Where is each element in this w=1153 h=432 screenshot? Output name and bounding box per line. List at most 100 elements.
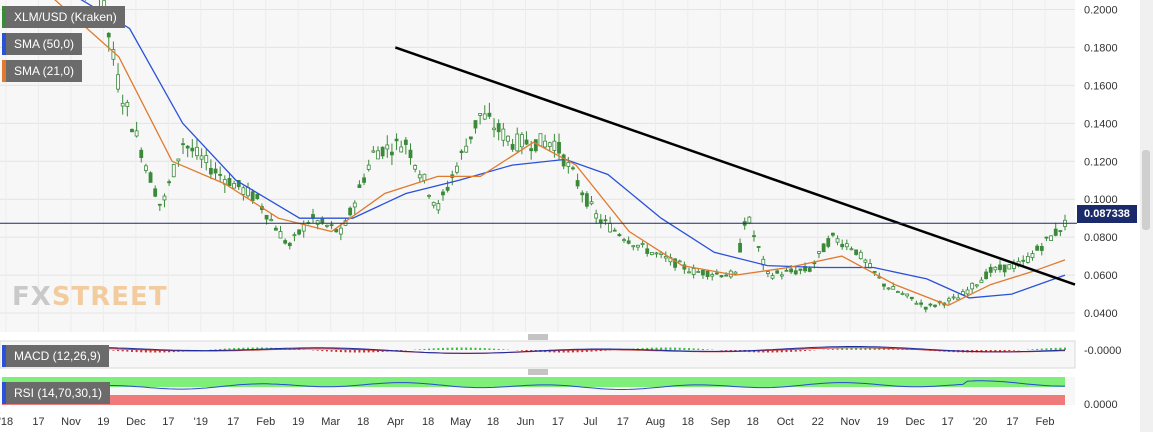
candle-body — [376, 150, 380, 160]
candle-body — [385, 144, 390, 150]
candle-body — [543, 140, 548, 148]
candle-body — [696, 271, 701, 273]
instrument-label-text: XLM/USD (Kraken) — [14, 10, 117, 24]
candle-body — [1049, 235, 1053, 241]
sma21-label-text: SMA (21,0) — [14, 64, 75, 78]
sma50-label[interactable]: SMA (50,0) — [2, 33, 83, 55]
candle-body — [649, 251, 654, 256]
candle-body — [988, 266, 993, 273]
candle-body — [663, 255, 668, 259]
candle-body — [482, 113, 487, 120]
candle-body — [1053, 228, 1058, 236]
x-tick-label: Apr — [387, 416, 404, 428]
candle-body — [947, 298, 951, 302]
y-tick-label: 0.1200 — [1084, 156, 1118, 168]
candle-body — [362, 177, 366, 183]
candle-body — [798, 268, 803, 271]
scrollbar-thumb[interactable] — [1142, 150, 1150, 230]
rsi-axis-label: 0.0000 — [1084, 399, 1118, 411]
candle-body — [766, 271, 770, 275]
candle-body — [487, 112, 492, 117]
candle-body — [965, 289, 970, 295]
candle-body — [445, 186, 450, 191]
panel-splitter-2[interactable] — [528, 369, 548, 375]
x-tick-label: Mar — [321, 416, 340, 428]
macd-axis-label: -0.0000 — [1084, 345, 1121, 357]
candle-body — [1007, 264, 1012, 270]
candle-body — [998, 264, 1002, 271]
macd-label[interactable]: MACD (12,26,9) — [2, 345, 109, 367]
candle-body — [533, 139, 538, 152]
candle-body — [380, 146, 385, 157]
candle-body — [241, 187, 246, 195]
candle-body — [547, 142, 552, 147]
candle-body — [524, 139, 529, 145]
candle-body — [459, 150, 464, 154]
candle-body — [213, 168, 218, 174]
candle-body — [1058, 230, 1063, 232]
candle-body — [626, 240, 631, 244]
candle-body — [835, 238, 840, 243]
candle-body — [130, 128, 134, 133]
candle-body — [162, 195, 167, 201]
instrument-label[interactable]: XLM/USD (Kraken) — [2, 6, 125, 28]
candle-body — [1002, 264, 1007, 273]
candle-body — [891, 286, 896, 290]
candle-body — [919, 302, 924, 305]
candle-body — [492, 127, 496, 131]
chart-svg[interactable]: 0.20000.18000.16000.14000.12000.10000.08… — [0, 0, 1153, 432]
candle-body — [807, 267, 812, 272]
candle-body — [464, 145, 469, 153]
candle-body — [733, 271, 738, 275]
candle-body — [148, 172, 153, 183]
candle-body — [455, 165, 459, 173]
macd-label-text: MACD (12,26,9) — [14, 349, 101, 363]
x-tick-label: Jun — [517, 416, 535, 428]
x-tick-label: 18 — [357, 416, 369, 428]
sma50-label-text: SMA (50,0) — [14, 37, 75, 51]
candle-body — [849, 248, 854, 251]
x-tick-label: 17 — [162, 416, 174, 428]
candle-body — [297, 229, 301, 235]
candle-body — [895, 291, 900, 293]
macd-panel-bg — [0, 340, 1076, 369]
candle-body — [348, 207, 353, 216]
rsi-oversold-zone — [2, 395, 1065, 405]
candle-body — [654, 252, 659, 255]
candle-body — [181, 143, 185, 146]
candle-body — [436, 203, 441, 211]
candle-body — [106, 32, 111, 38]
candle-body — [1039, 246, 1044, 251]
candle-body — [390, 151, 394, 156]
candle-body — [255, 193, 260, 199]
candle-body — [784, 269, 789, 272]
x-tick-label: 17 — [617, 416, 629, 428]
candle-body — [589, 201, 594, 205]
candle-body — [979, 279, 984, 284]
candle-body — [120, 102, 125, 107]
candle-body — [821, 243, 826, 253]
x-tick-label: Aug — [646, 416, 666, 428]
candle-body — [789, 268, 794, 273]
candle-body — [571, 167, 575, 170]
rsi-label[interactable]: RSI (14,70,30,1) — [2, 382, 111, 404]
x-tick-label: 17 — [227, 416, 239, 428]
candle-body — [826, 238, 831, 247]
candle-body — [747, 216, 752, 224]
candle-body — [431, 201, 436, 206]
candle-body — [557, 141, 561, 154]
sma21-label[interactable]: SMA (21,0) — [2, 60, 83, 82]
candle-body — [831, 232, 835, 236]
candle-body — [320, 218, 325, 224]
x-tick-label: Nov — [61, 416, 81, 428]
y-tick-label: 0.0600 — [1084, 270, 1118, 282]
candle-body — [139, 149, 144, 159]
candle-body — [506, 135, 510, 142]
candle-body — [984, 271, 988, 280]
x-tick-label: '18 — [0, 416, 13, 428]
candle-body — [338, 227, 343, 235]
candle-body — [622, 239, 626, 242]
y-tick-label: 0.1800 — [1084, 42, 1118, 54]
candle-body — [167, 181, 172, 184]
panel-splitter-1[interactable] — [528, 334, 548, 340]
